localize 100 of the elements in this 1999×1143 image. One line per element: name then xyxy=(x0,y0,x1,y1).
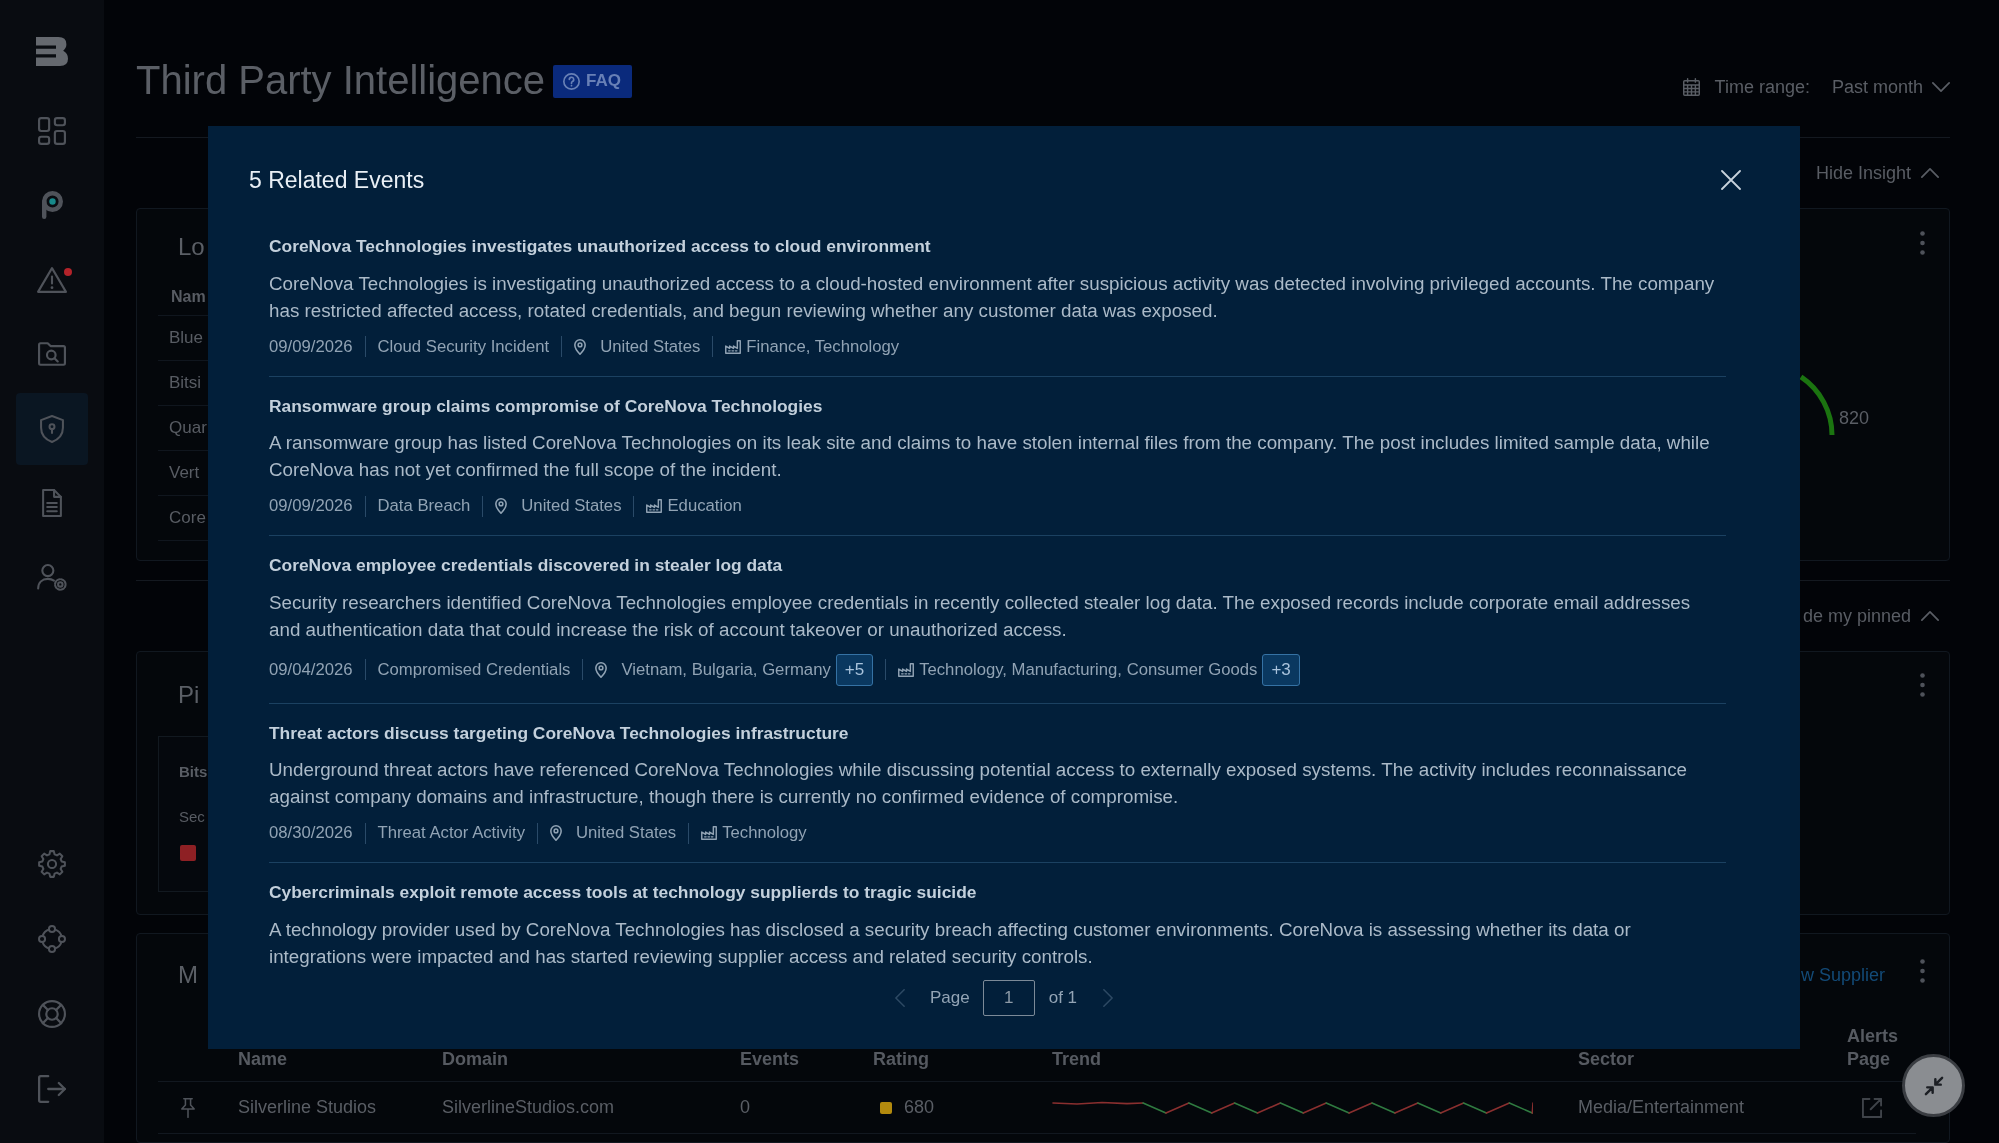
chevron-left-icon xyxy=(894,988,905,1007)
table-cell: Vert xyxy=(169,463,200,483)
page-title: Third Party Intelligence xyxy=(136,57,546,104)
pinned-item-name: Bits xyxy=(179,762,208,782)
user-settings-icon xyxy=(37,564,67,591)
more-sectors-badge[interactable]: +3 xyxy=(1262,653,1300,686)
document-icon xyxy=(42,489,62,517)
chevron-right-icon xyxy=(1103,988,1114,1007)
settings-icon xyxy=(38,850,66,878)
pinned-toggle[interactable]: de my pinned xyxy=(1802,605,1939,627)
help-icon xyxy=(563,72,581,90)
location-pin-icon xyxy=(495,498,508,514)
more-options-button[interactable] xyxy=(1918,231,1927,255)
logo-icon xyxy=(36,37,68,66)
gauge-value: 820 xyxy=(1839,407,1870,429)
logout-icon xyxy=(38,1075,66,1103)
column-header: Rating xyxy=(873,1048,929,1071)
location-pin-icon xyxy=(550,825,562,841)
event-title: Ransomware group claims compromise of CoreNova Technologies xyxy=(269,394,823,418)
column-header: Nam xyxy=(171,287,206,306)
card-title: M xyxy=(178,960,198,990)
hide-insight-toggle[interactable]: Hide Insight xyxy=(1815,162,1939,184)
modal-title: 5 Related Events xyxy=(249,166,425,194)
event-description: A ransomware group has listed CoreNova Technologies on its leak site and claims to have stolen internal files from the company. The post includes limited sample data, while CoreNova has not yet confirmed the full scope of the incident. xyxy=(269,431,1711,482)
column-header: Sector xyxy=(1578,1048,1635,1071)
pinned-item-label: Sec xyxy=(179,807,205,827)
severity-swatch-icon xyxy=(180,845,196,861)
chevron-down-icon xyxy=(1932,82,1950,92)
factory-icon xyxy=(701,826,718,840)
page-count: of 1 xyxy=(1048,987,1078,1008)
kebab-icon xyxy=(1920,959,1925,983)
page-input[interactable]: 1 xyxy=(982,979,1035,1016)
faq-button[interactable]: FAQ xyxy=(553,64,633,98)
time-range-dropdown[interactable]: Past month xyxy=(1831,76,1950,98)
factory-icon xyxy=(646,499,663,513)
factory-icon xyxy=(898,662,915,677)
table-cell: Media/Entertainment xyxy=(1578,1097,1745,1118)
event-description: Underground threat actors have referenced CoreNova Technologies while discussing potential access to externally exposed systems. The activity includes reconnaissance against company domains and infrastructure, though there is currently no confirmed evidence of compromise. xyxy=(269,758,1689,809)
event-title: Threat actors discuss targeting CoreNova Technologies infrastructure xyxy=(269,721,849,745)
event-title: Cybercriminals exploit remote access tools at technology supplierds to tragic suicide xyxy=(269,881,977,904)
table-cell: Core xyxy=(169,508,206,528)
column-header: Alerts Page xyxy=(1847,1025,1900,1071)
event-description: CoreNova Technologies is investigating unauthorized access to a cloud-hosted environment after suspicious activity was detected involving privileged accounts. The company has restricted affected access, rotated credentials, and begun reviewing whether any customer data was exposed. xyxy=(269,271,1716,323)
kebab-icon xyxy=(1920,673,1925,697)
p-logo-icon xyxy=(41,191,63,219)
shield-icon xyxy=(40,414,64,443)
lifebuoy-icon xyxy=(38,1000,66,1028)
event-sectors: Technology, Manufacturing, Consumer Goods xyxy=(919,659,1258,680)
event-date: 08/30/2026 xyxy=(269,823,353,843)
event-type: Data Breach xyxy=(377,496,471,516)
sidebar-item[interactable] xyxy=(16,392,88,465)
event-type: Threat Actor Activity xyxy=(377,823,525,843)
table-cell: Bitsi xyxy=(169,373,202,393)
event-locations: United States xyxy=(521,496,622,516)
event-title: CoreNova employee credentials discovered in stealer log data xyxy=(269,554,783,577)
column-header: Trend xyxy=(1052,1048,1101,1071)
collapse-arrows-icon xyxy=(1923,1075,1944,1096)
dashboard-icon xyxy=(38,116,66,145)
event-locations: United States xyxy=(576,823,677,843)
event-date: 09/04/2026 xyxy=(269,659,353,680)
supplier-link[interactable]: w Supplier xyxy=(1800,964,1885,986)
table-cell: Blue xyxy=(169,328,204,348)
close-icon xyxy=(1721,170,1741,190)
time-range-label: Time range: xyxy=(1714,76,1810,98)
event-date: 09/09/2026 xyxy=(269,336,353,357)
nodes-ring-icon xyxy=(38,925,66,953)
folder-search-icon xyxy=(38,342,66,366)
event-type: Cloud Security Incident xyxy=(377,336,550,357)
gauge-arc xyxy=(1799,374,1835,436)
column-header: Domain xyxy=(442,1048,508,1071)
event-description: A technology provider used by CoreNova Technologies has disclosed a security breach affecting customer environments. CoreNova is assessing whether its data or integrations were impacted and has started reviewing supplier access and related security controls. xyxy=(269,917,1632,969)
more-options-button[interactable] xyxy=(1918,959,1927,983)
more-locations-badge[interactable]: +5 xyxy=(835,653,874,686)
location-pin-icon xyxy=(595,661,608,678)
event-description: Security researchers identified CoreNova Technologies employee credentials in recently collected stealer log data. The exposed records include corporate email addresses and authentication data that could increase the risk of account takeover or unauthorized access. xyxy=(269,590,1692,642)
event-date: 09/09/2026 xyxy=(269,496,353,516)
location-pin-icon xyxy=(574,338,587,355)
page-label: Page xyxy=(929,987,970,1008)
event-sectors: Finance, Technology xyxy=(746,336,900,357)
column-header: Name xyxy=(238,1048,288,1071)
table-cell: 680 xyxy=(904,1097,935,1118)
warning-icon xyxy=(37,266,67,293)
more-options-button[interactable] xyxy=(1918,673,1927,697)
event-title: CoreNova Technologies investigates unauthorized access to cloud environment xyxy=(269,235,931,258)
kebab-icon xyxy=(1920,231,1925,255)
event-sectors: Technology xyxy=(722,823,807,843)
external-link-icon[interactable] xyxy=(1862,1097,1882,1118)
table-cell: SilverlineStudios.com xyxy=(442,1097,615,1118)
calendar-icon xyxy=(1682,78,1700,96)
column-header: Events xyxy=(740,1048,800,1071)
card-title: Pi xyxy=(178,680,200,710)
card-title: Lo xyxy=(178,232,205,262)
event-locations: United States xyxy=(600,336,701,357)
table-cell: Silverline Studios xyxy=(238,1097,377,1118)
event-locations: Vietnam, Bulgaria, Germany xyxy=(621,659,831,680)
table-cell: Quar xyxy=(169,418,207,438)
event-sectors: Education xyxy=(667,496,742,516)
event-type: Compromised Credentials xyxy=(377,659,571,680)
pin-icon[interactable] xyxy=(181,1097,195,1118)
factory-icon xyxy=(725,339,742,354)
